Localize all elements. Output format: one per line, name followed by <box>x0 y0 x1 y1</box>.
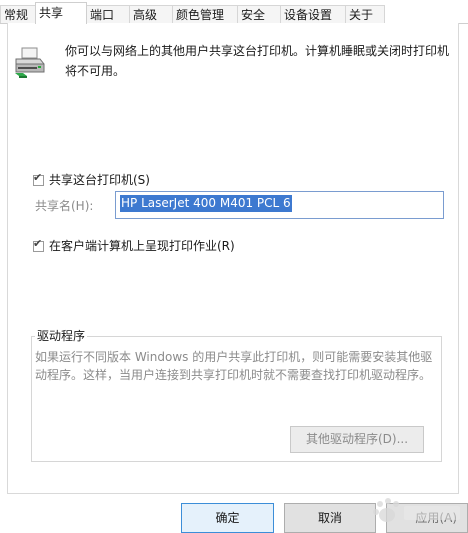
checkmark-icon: ✔ <box>33 171 43 184</box>
drivers-group-title: 驱动程序 <box>35 328 88 344</box>
drivers-description: 如果运行不同版本 Windows 的用户共享此打印机，则可能需要安装其他驱动程序… <box>35 350 433 382</box>
checkmark-icon: ✔ <box>33 237 43 250</box>
tab-bar: 常规 共享 端口 高级 颜色管理 安全 设备设置 关于 <box>0 0 468 24</box>
ok-button[interactable]: 确定 <box>181 503 274 533</box>
share-name-label: 共享名(H): <box>35 199 94 213</box>
tab-about[interactable]: 关于 <box>345 5 385 23</box>
printer-icon <box>13 45 47 79</box>
tab-security[interactable]: 安全 <box>237 5 281 23</box>
share-name-value: HP LaserJet 400 M401 PCL 6 <box>120 195 292 212</box>
share-name-input[interactable]: HP LaserJet 400 M401 PCL 6 <box>115 191 444 219</box>
tab-color-management[interactable]: 颜色管理 <box>172 5 238 23</box>
tab-general[interactable]: 常规 <box>0 5 36 23</box>
cancel-button[interactable]: 取消 <box>284 503 376 533</box>
render-jobs-label: 在客户端计算机上呈现打印作业(R) <box>49 239 235 253</box>
share-printer-checkbox[interactable]: ✔ <box>33 171 44 186</box>
baidu-watermark-logo <box>370 496 466 526</box>
additional-drivers-button[interactable]: 其他驱动程序(D)... <box>290 426 424 453</box>
tab-advanced[interactable]: 高级 <box>129 5 173 23</box>
tab-device-settings[interactable]: 设备设置 <box>280 5 346 23</box>
render-jobs-checkbox[interactable]: ✔ <box>33 237 44 252</box>
tab-ports[interactable]: 端口 <box>86 5 130 23</box>
share-printer-label: 共享这台打印机(S) <box>49 173 150 187</box>
sharing-info-text: 你可以与网络上的其他用户共享这台打印机。计算机睡眠或关闭时打印机将不可用。 <box>65 44 450 78</box>
tab-sharing[interactable]: 共享 <box>35 2 87 24</box>
